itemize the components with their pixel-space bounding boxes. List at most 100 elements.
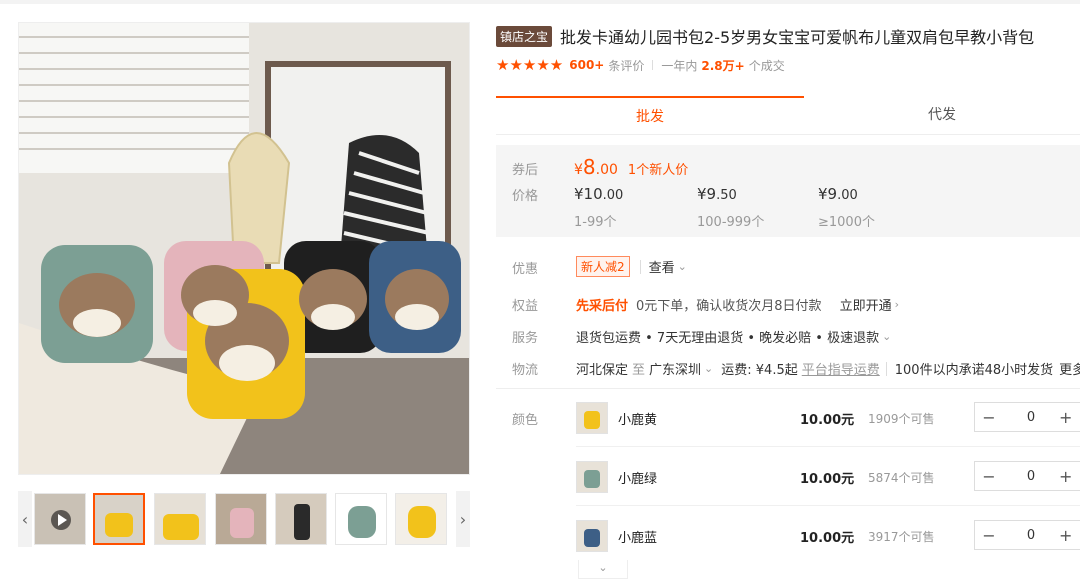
chevron-down-icon[interactable]: ⌄: [678, 260, 687, 273]
price-tier: ¥9.00 ≥1000个: [818, 185, 875, 230]
activate-link[interactable]: 立即开通: [840, 295, 892, 314]
tab-wholesale[interactable]: 批发: [496, 96, 804, 134]
minus-button[interactable]: −: [975, 408, 1003, 427]
plus-button[interactable]: +: [1059, 467, 1080, 486]
quantity-input[interactable]: 0: [1003, 410, 1059, 425]
color-label: 颜色: [512, 413, 539, 428]
coupon-price-dec: .00: [595, 162, 618, 178]
sku-stock: 5874个可售: [868, 471, 935, 485]
tier-price-int: 10: [583, 185, 603, 203]
sku-thumbnail[interactable]: [576, 520, 608, 552]
thumbnail-video[interactable]: [34, 493, 86, 545]
thumbnail-item[interactable]: [154, 493, 206, 545]
newbie-price-text: 1个新人价: [627, 163, 689, 178]
product-title-row: 镇店之宝 批发卡通幼儿园书包2-5岁男女宝宝可爱帆布儿童双肩包早教小背包: [496, 24, 1080, 48]
thumbnail-item[interactable]: [395, 493, 447, 545]
sku-thumbnail[interactable]: [576, 461, 608, 493]
tier-price-dec: .50: [716, 188, 737, 203]
thumbnail-item[interactable]: [215, 493, 267, 545]
delivery-promise: 100件以内承诺48小时发货: [894, 363, 1054, 378]
chevron-down-icon[interactable]: ⌄: [704, 362, 713, 375]
rating-row: ★★★★★ 600+ 条评价 一年内 2.8万+ 个成交: [496, 56, 785, 74]
sku-stock: 1909个可售: [868, 412, 935, 426]
main-product-image[interactable]: [18, 22, 470, 475]
logistics-label: 物流: [512, 363, 539, 378]
sku-name: 小鹿黄: [618, 413, 658, 428]
price-tier: ¥10.00 1-99个: [574, 185, 623, 230]
service-text[interactable]: 退货包运费 • 7天无理由退货 • 晚发必赔 • 极速退款: [576, 327, 879, 346]
thumbnail-image: [276, 494, 326, 544]
sku-thumbnail-image: [577, 462, 607, 492]
tier-range: 1-99个: [574, 215, 617, 230]
chevron-left-icon[interactable]: ‹: [18, 491, 32, 547]
thumbnail-item[interactable]: [275, 493, 327, 545]
rights-row: 先采后付 0元下单，确认收货次月8日付款 立即开通 ›: [576, 295, 899, 314]
service-label: 服务: [512, 331, 539, 346]
thumbnail-strip: ‹ ›: [18, 491, 470, 547]
play-icon: [35, 494, 85, 544]
row-divider: [576, 446, 1080, 447]
sku-name: 小鹿蓝: [618, 531, 658, 546]
after-coupon-label: 券后: [512, 163, 539, 178]
plus-button[interactable]: +: [1059, 408, 1080, 427]
quantity-input[interactable]: 0: [1003, 528, 1059, 543]
service-row[interactable]: 退货包运费 • 7天无理由退货 • 晚发必赔 • 极速退款 ⌄: [576, 327, 891, 346]
plus-button[interactable]: +: [1059, 526, 1080, 545]
coupon-price-int: 8: [582, 155, 596, 179]
coupon-price: ¥ 8 .00 1个新人价: [574, 155, 688, 179]
sales-period: 一年内: [661, 58, 698, 73]
thumbnail-image: [95, 495, 143, 543]
more-link[interactable]: 更多: [1059, 359, 1080, 378]
product-title: 批发卡通幼儿园书包2-5岁男女宝宝可爱帆布儿童双肩包早教小背包: [560, 28, 1035, 47]
coupon-tag[interactable]: 新人减2: [576, 256, 630, 277]
tier-range: ≥1000个: [818, 215, 875, 230]
divider: [652, 60, 654, 70]
top-divider: [0, 0, 1080, 4]
product-photo-illustration: [19, 23, 469, 474]
sku-stock: 3917个可售: [868, 530, 935, 544]
sku-row: 小鹿绿 10.00元 5874个可售 − 0 +: [576, 457, 1080, 497]
currency-symbol: ¥: [697, 185, 707, 203]
rights-label: 权益: [512, 299, 539, 314]
tab-dropship[interactable]: 代发: [804, 96, 1080, 134]
divider: [639, 259, 641, 274]
tier-price-int: 9: [706, 185, 717, 203]
thumbnail-image: [336, 494, 386, 544]
thumbnail-image: [216, 494, 266, 544]
sku-name: 小鹿绿: [618, 472, 658, 487]
chevron-right-icon[interactable]: ›: [456, 491, 470, 547]
thumbnail-item[interactable]: [335, 493, 387, 545]
sales-label: 个成交: [748, 58, 785, 73]
sku-price: 10.00元: [800, 531, 855, 546]
currency-symbol: ¥: [574, 162, 583, 178]
minus-button[interactable]: −: [975, 467, 1003, 486]
chevron-right-icon[interactable]: ›: [895, 298, 899, 311]
ship-to[interactable]: 广东深圳: [649, 359, 701, 378]
reviews-count[interactable]: 600+: [569, 58, 604, 72]
sku-row: 小鹿蓝 10.00元 3917个可售 − 0 +: [576, 516, 1080, 556]
shipping-ref[interactable]: 平台指导运费: [802, 359, 880, 378]
rights-title: 先采后付: [576, 299, 629, 314]
thumbnail-item[interactable]: [93, 493, 145, 545]
quantity-stepper: − 0 +: [974, 520, 1080, 550]
divider: [885, 361, 887, 376]
ship-from: 河北保定: [576, 363, 629, 378]
sku-price: 10.00元: [800, 413, 855, 428]
minus-button[interactable]: −: [975, 526, 1003, 545]
price-tier: ¥9.50 100-999个: [697, 185, 764, 230]
discount-label: 优惠: [512, 262, 539, 277]
quantity-stepper: − 0 +: [974, 461, 1080, 491]
rights-desc: 0元下单，确认收货次月8日付款: [636, 299, 822, 314]
sku-thumbnail[interactable]: [576, 402, 608, 434]
currency-symbol: ¥: [574, 185, 584, 203]
sku-price: 10.00元: [800, 472, 855, 487]
expand-skus-button[interactable]: ⌄: [578, 560, 628, 579]
tier-range: 100-999个: [697, 215, 765, 230]
reviews-label[interactable]: 条评价: [608, 57, 644, 74]
chevron-down-icon[interactable]: ⌄: [882, 330, 891, 343]
sku-thumbnail-image: [577, 521, 607, 551]
view-coupons-link[interactable]: 查看: [649, 257, 675, 276]
tier-price-dec: .00: [837, 188, 858, 203]
purchase-tabs: 批发 代发: [496, 96, 1080, 135]
quantity-input[interactable]: 0: [1003, 469, 1059, 484]
